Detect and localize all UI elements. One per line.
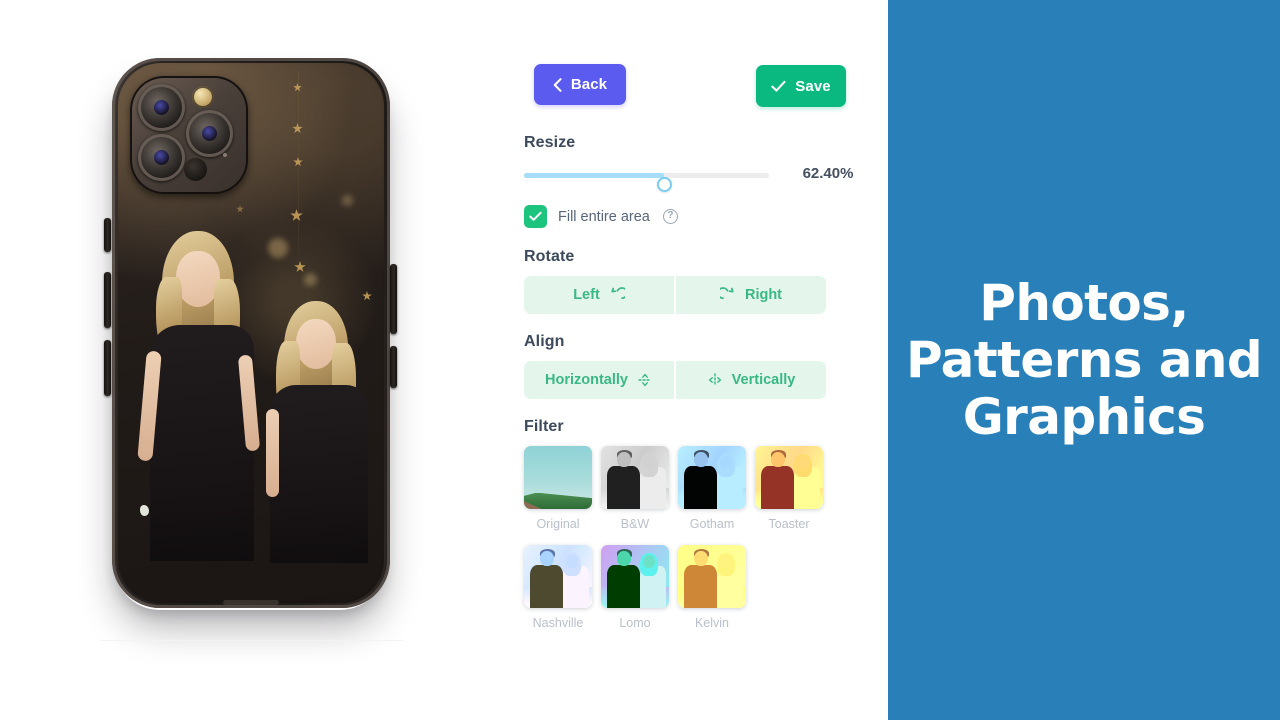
filter-list: Original B&W Gotham Toaster Nashville Lo…	[524, 446, 854, 644]
align-control-group: Horizontally Vertically	[524, 361, 826, 399]
check-icon	[529, 211, 542, 222]
filter-option-original[interactable]: Original	[524, 446, 601, 531]
rotate-left-label: Left	[573, 287, 600, 303]
fill-entire-area-label: Fill entire area	[558, 208, 650, 225]
camera-lens-icon	[138, 84, 185, 131]
align-vertically-button[interactable]: Vertically	[676, 361, 826, 399]
align-vertical-icon	[707, 372, 723, 388]
gold-star-icon	[294, 261, 306, 272]
camera-module	[130, 76, 248, 194]
gold-star-icon	[362, 291, 372, 301]
thumbnail-image-couple	[601, 446, 669, 509]
filter-option-bw[interactable]: B&W	[601, 446, 678, 531]
filter-section-title: Filter	[524, 418, 564, 435]
resize-slider-thumb[interactable]	[656, 177, 672, 192]
thumbnail-image-couple	[524, 545, 592, 608]
check-icon	[771, 80, 786, 93]
filter-thumbnail[interactable]	[755, 446, 823, 509]
thumbnail-image-couple	[678, 545, 746, 608]
microphone-dot-icon	[223, 153, 227, 157]
thumbnail-image-couple	[755, 446, 823, 509]
resize-value-label: 62.40%	[802, 165, 854, 182]
filter-thumbnail[interactable]	[601, 545, 669, 608]
phone-case-body	[112, 58, 390, 608]
filter-label: Toaster	[768, 517, 810, 531]
lidar-sensor-icon	[184, 158, 207, 181]
phone-volume-down-button	[104, 340, 111, 396]
rotate-control-group: Left Right	[524, 276, 826, 314]
case-bottom-cutout	[223, 600, 279, 605]
align-horizontal-icon	[637, 372, 653, 388]
preview-divider	[100, 640, 403, 641]
filter-label: Kelvin	[694, 616, 730, 630]
filter-option-gotham[interactable]: Gotham	[678, 446, 755, 531]
promo-panel: Photos, Patterns and Graphics	[888, 0, 1280, 720]
filter-thumbnail[interactable]	[524, 446, 592, 509]
garland-thread	[298, 71, 299, 286]
bokeh-dot	[268, 238, 288, 258]
thumbnail-image-house	[524, 446, 592, 509]
photo-subject-older-girl	[137, 231, 261, 561]
camera-lens-icon	[186, 110, 233, 157]
filter-label: B&W	[620, 517, 650, 531]
rotate-left-button[interactable]: Left	[524, 276, 674, 314]
align-horizontally-label: Horizontally	[545, 372, 628, 388]
rotate-section-title: Rotate	[524, 248, 575, 265]
save-button[interactable]: Save	[756, 65, 846, 107]
thumbnail-image-couple	[601, 545, 669, 608]
align-section-title: Align	[524, 333, 565, 350]
fill-entire-area-row[interactable]: Fill entire area ?	[524, 205, 678, 228]
filter-thumbnail[interactable]	[678, 446, 746, 509]
camera-flash-icon	[192, 86, 214, 108]
bokeh-dot	[342, 195, 353, 206]
camera-lens-icon	[138, 134, 185, 181]
filter-label: Nashville	[532, 616, 584, 630]
bokeh-dot	[304, 273, 317, 286]
align-horizontally-button[interactable]: Horizontally	[524, 361, 674, 399]
rotate-left-icon	[609, 287, 625, 303]
filter-label: Gotham	[689, 517, 735, 531]
thumbnail-image-couple	[678, 446, 746, 509]
filter-option-nashville[interactable]: Nashville	[524, 545, 601, 630]
phone-power-button	[390, 264, 397, 334]
editor-panel: Back Save Resize 62.40% Fill entire area…	[500, 0, 888, 720]
phone-mute-switch	[104, 218, 111, 252]
resize-section-title: Resize	[524, 134, 576, 151]
back-button[interactable]: Back	[534, 64, 626, 105]
filter-grid: Original B&W Gotham Toaster Nashville Lo…	[524, 446, 854, 644]
filter-thumbnail[interactable]	[524, 545, 592, 608]
resize-slider-fill	[524, 173, 664, 178]
photo-white-speck	[140, 505, 149, 516]
resize-slider-track[interactable]	[524, 173, 769, 192]
rotate-right-icon	[719, 287, 736, 303]
product-preview-pane	[0, 0, 500, 720]
filter-label: Original	[536, 517, 580, 531]
phone-volume-up-button	[104, 272, 111, 328]
promo-headline: Photos, Patterns and Graphics	[905, 273, 1263, 446]
fill-entire-area-checkbox[interactable]	[524, 205, 547, 228]
resize-slider[interactable]: 62.40%	[524, 164, 864, 192]
filter-option-kelvin[interactable]: Kelvin	[678, 545, 755, 630]
back-button-label: Back	[570, 76, 608, 93]
app-root: Back Save Resize 62.40% Fill entire area…	[0, 0, 1280, 720]
save-button-label: Save	[795, 77, 831, 95]
photo-subject-younger-girl	[266, 301, 372, 563]
filter-label: Lomo	[619, 616, 651, 630]
gold-star-icon	[290, 209, 303, 221]
rotate-right-label: Right	[744, 287, 783, 303]
phone-case-preview[interactable]	[104, 58, 397, 608]
phone-side-button	[390, 346, 397, 388]
filter-thumbnail[interactable]	[601, 446, 669, 509]
question-mark-icon[interactable]: ?	[662, 209, 678, 224]
filter-thumbnail[interactable]	[678, 545, 746, 608]
editor-action-bar: Back Save	[534, 64, 846, 107]
chevron-left-icon	[553, 77, 562, 92]
filter-option-toaster[interactable]: Toaster	[755, 446, 832, 531]
filter-option-lomo[interactable]: Lomo	[601, 545, 678, 630]
gold-star-icon	[236, 205, 244, 213]
rotate-right-button[interactable]: Right	[676, 276, 826, 314]
align-vertically-label: Vertically	[731, 372, 796, 388]
